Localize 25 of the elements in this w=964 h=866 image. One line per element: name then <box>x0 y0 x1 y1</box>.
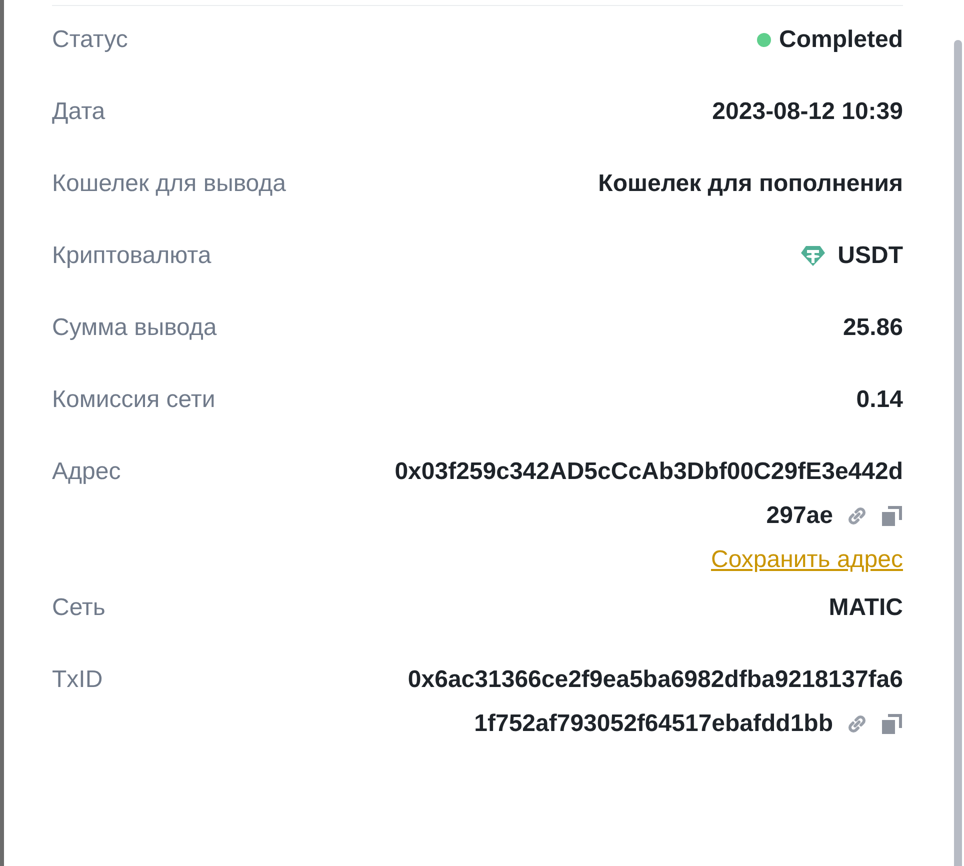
row-label: Сумма вывода <box>52 313 217 343</box>
row-label: Дата <box>52 97 106 127</box>
row-value: MATIC <box>828 593 903 623</box>
hash-text: 297ae <box>766 501 833 531</box>
row-value: 25.86 <box>842 313 903 343</box>
row-label: Адрес <box>52 457 121 487</box>
hash-text: 1f752af793052f64517ebafdd1bb <box>474 709 833 739</box>
copy-icon[interactable] <box>881 505 903 527</box>
row-value: 2023-08-12 10:39 <box>712 97 903 127</box>
row-label: Комиссия сети <box>52 385 216 415</box>
row-label: Статус <box>52 25 128 55</box>
scrollbar[interactable] <box>954 40 962 866</box>
hash-text: 0x6ac31366ce2f9ea5ba6982dfba9218137fa6 <box>408 665 903 695</box>
coin-value: USDT <box>838 241 903 271</box>
status-value: Completed <box>778 25 903 55</box>
row-label: Сеть <box>52 593 106 623</box>
tether-coin-icon <box>800 245 826 267</box>
row-value: 0.14 <box>856 385 903 415</box>
row-value: Кошелек для пополнения <box>598 169 903 199</box>
row-label: TxID <box>52 665 103 695</box>
hash-text: 0x03f259c342AD5cCcAb3Dbf00C29fE3e442d <box>394 457 903 487</box>
copy-icon[interactable] <box>881 713 903 735</box>
row-label: Криптовалюта <box>52 241 212 271</box>
save-address-link[interactable]: Сохранить адрес <box>711 542 903 578</box>
row-label: Кошелек для вывода <box>52 169 286 199</box>
